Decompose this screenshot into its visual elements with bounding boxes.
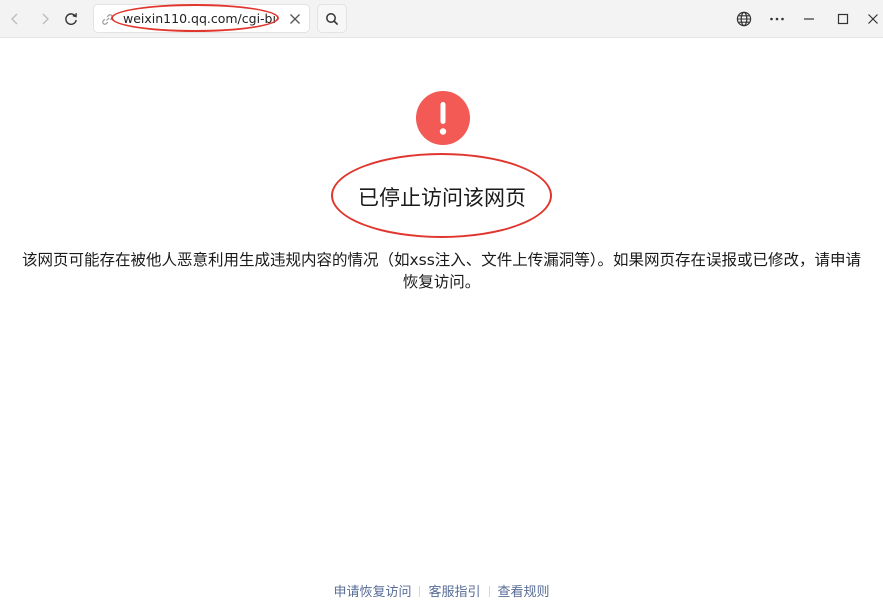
- maximize-button[interactable]: [830, 6, 856, 32]
- close-icon[interactable]: [288, 12, 302, 26]
- page-title: 已停止访问该网页: [358, 186, 526, 210]
- close-window-button[interactable]: [860, 6, 883, 32]
- search-icon: [326, 12, 339, 25]
- more-button[interactable]: [764, 6, 790, 32]
- language-button[interactable]: [731, 6, 757, 32]
- address-bar[interactable]: weixin110.qq.com/cgi-bin/: [93, 4, 310, 33]
- browser-toolbar: weixin110.qq.com/cgi-bin/: [0, 0, 883, 38]
- exclamation-glyph: [439, 102, 447, 135]
- forward-button[interactable]: [32, 6, 58, 32]
- close-icon: [868, 14, 878, 24]
- link-icon: [102, 14, 113, 25]
- footer-link-rules[interactable]: 查看规则: [498, 585, 550, 600]
- footer-links: 申请恢复访问 客服指引 查看规则: [0, 584, 883, 602]
- minimize-button[interactable]: [796, 6, 822, 32]
- page-description: 该网页可能存在被他人恶意利用生成违规内容的情况（如xss注入、文件上传漏洞等）。…: [21, 251, 862, 291]
- more-icon: [770, 17, 784, 21]
- footer-link-support[interactable]: 客服指引: [428, 585, 480, 600]
- minimize-icon: [804, 18, 814, 20]
- footer-separator: [488, 586, 490, 597]
- maximize-icon: [837, 13, 849, 25]
- search-button[interactable]: [317, 4, 347, 33]
- chevron-left-icon: [11, 13, 18, 25]
- address-url[interactable]: weixin110.qq.com/cgi-bin/: [123, 11, 277, 27]
- exclamation-icon: [416, 91, 470, 145]
- globe-icon: [736, 11, 752, 27]
- back-button[interactable]: [2, 6, 28, 32]
- reload-icon: [65, 13, 77, 25]
- footer-separator: [419, 586, 421, 597]
- reload-button[interactable]: [58, 6, 84, 32]
- chevron-right-icon: [42, 13, 49, 25]
- footer-link-appeal[interactable]: 申请恢复访问: [333, 585, 411, 600]
